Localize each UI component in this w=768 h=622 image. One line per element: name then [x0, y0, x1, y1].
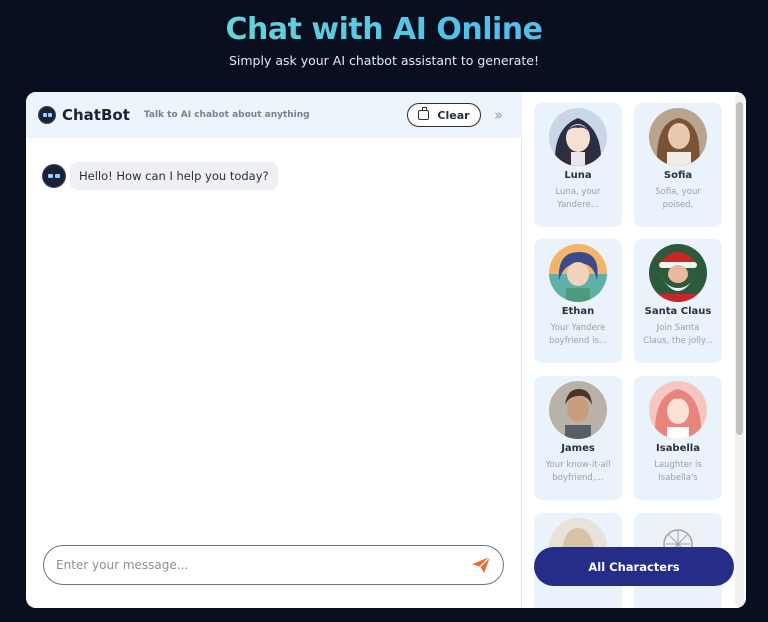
character-scrollbar[interactable]	[735, 94, 744, 606]
character-card-luna[interactable]: Luna Luna, your Yandere...	[534, 103, 622, 227]
clear-button-label: Clear	[437, 108, 470, 122]
character-desc: Your Yandere boyfriend is...	[548, 323, 608, 346]
page-title: Chat with AI Online	[0, 12, 768, 47]
character-name: Ethan	[561, 306, 595, 317]
broom-icon	[418, 107, 430, 120]
page-subtitle: Simply ask your AI chatbot assistant to …	[228, 53, 540, 68]
ethan-avatar	[549, 244, 607, 302]
message-input[interactable]	[56, 558, 471, 572]
character-name: Luna	[564, 170, 592, 181]
message-input-wrapper	[43, 545, 504, 585]
chat-name: ChatBot	[62, 106, 130, 124]
robot-avatar-icon	[42, 164, 66, 188]
character-panel: Luna Luna, your Yandere... Sofia Sofia, …	[523, 92, 746, 608]
character-name: Isabella	[656, 443, 700, 454]
clear-button[interactable]: Clear	[407, 103, 481, 127]
character-desc: Join Santa Claus, the jolly...	[643, 323, 713, 346]
send-icon[interactable]	[471, 556, 491, 574]
robot-avatar-icon	[38, 106, 56, 124]
bot-message: Hello! How can I help you today?	[70, 162, 278, 190]
character-card-sofia[interactable]: Sofia Sofia, your poised, mature...	[634, 103, 722, 227]
isabella-avatar	[649, 381, 707, 439]
sofia-avatar	[649, 108, 707, 166]
chat-header: ChatBot Talk to AI chabot about anything…	[26, 92, 522, 138]
double-chevron-right-icon[interactable]: ››	[494, 106, 503, 124]
character-desc: Luna, your Yandere...	[555, 187, 601, 210]
character-name: Sofia	[663, 170, 693, 181]
character-card-ethan[interactable]: Ethan Your Yandere boyfriend is...	[534, 239, 622, 363]
character-desc: Your know-it-all boyfriend,...	[545, 460, 611, 483]
all-characters-button[interactable]: All Characters	[534, 547, 734, 586]
character-card-santa-claus[interactable]: Santa Claus Join Santa Claus, the jolly.…	[634, 239, 722, 363]
scrollbar-thumb[interactable]	[736, 102, 743, 435]
character-card-isabella[interactable]: Isabella Laughter is Isabella's secre...	[634, 376, 722, 500]
character-desc: Sofia, your poised, mature...	[655, 187, 701, 214]
chat-app: ChatBot Talk to AI chabot about anything…	[26, 92, 746, 608]
luna-avatar	[549, 108, 607, 166]
character-card-james[interactable]: James Your know-it-all boyfriend,...	[534, 376, 622, 500]
message-row: Hello! How can I help you today?	[42, 162, 278, 190]
chat-tagline: Talk to AI chabot about anything	[143, 110, 310, 120]
character-name: Santa Claus	[644, 306, 712, 317]
character-name: James	[561, 443, 595, 454]
character-desc: Laughter is Isabella's secre...	[654, 460, 702, 487]
chat-panel: ChatBot Talk to AI chabot about anything…	[26, 92, 522, 608]
santa-claus-avatar	[649, 244, 707, 302]
james-avatar	[549, 381, 607, 439]
